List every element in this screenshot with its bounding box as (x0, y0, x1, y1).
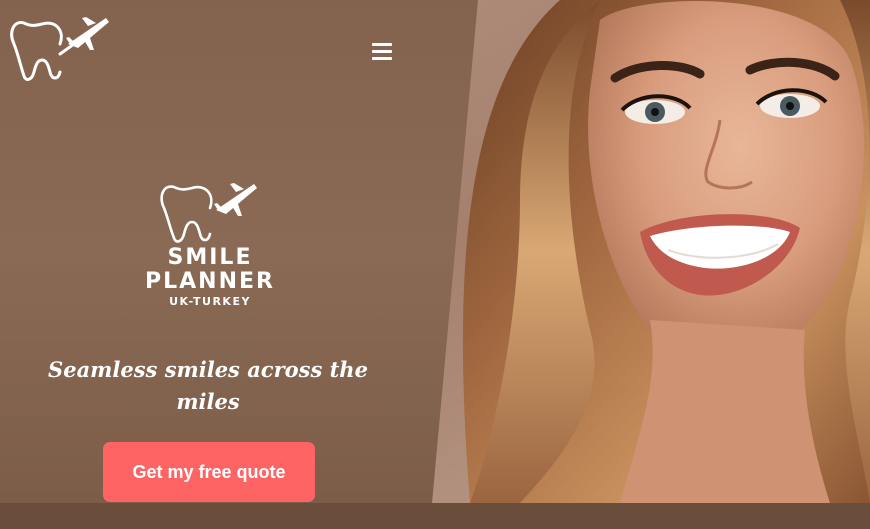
brand-name-line1: SMILE (167, 245, 253, 270)
menu-bar (372, 42, 392, 46)
brand-logo: SMILE PLANNER UK-TURKEY (110, 180, 310, 308)
get-quote-button[interactable]: Get my free quote (103, 442, 315, 502)
menu-bar (372, 56, 392, 60)
hamburger-menu-icon[interactable] (369, 38, 395, 64)
tooth-plane-icon (160, 183, 257, 243)
menu-bar (372, 49, 392, 53)
brand-subline: UK-TURKEY (169, 295, 251, 308)
hero-section: SMILE PLANNER UK-TURKEY Seamless smiles … (0, 0, 870, 503)
page: SMILE PLANNER UK-TURKEY Seamless smiles … (0, 0, 870, 529)
logo-icon[interactable] (10, 14, 110, 82)
section-divider (0, 503, 870, 529)
hero-tagline: Seamless smiles across the miles (48, 357, 368, 414)
brand-name-line2: PLANNER (145, 269, 275, 294)
